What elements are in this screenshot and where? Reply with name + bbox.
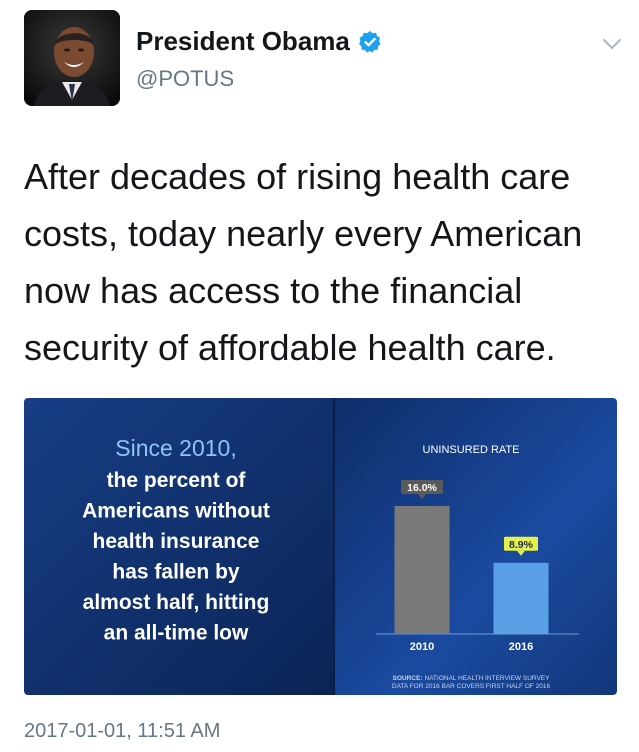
chart-title: UNINSURED RATE xyxy=(423,444,520,456)
headline-line: has fallen by xyxy=(112,561,240,584)
verified-badge-icon xyxy=(358,30,381,53)
avatar-photo xyxy=(24,10,120,106)
headline-since: Since 2010, xyxy=(115,435,236,461)
display-name[interactable]: President Obama xyxy=(136,26,350,57)
chart-bar-2016 xyxy=(493,562,549,634)
source-note: DATA FOR 2016 BAR COVERS FIRST HALF OF 2… xyxy=(392,683,551,690)
chevron-down-icon[interactable] xyxy=(600,32,624,56)
user-handle[interactable]: @POTUS xyxy=(136,66,234,92)
infographic: Since 2010, the percent of Americans with… xyxy=(24,398,617,695)
tweet-media-image[interactable]: Since 2010, the percent of Americans with… xyxy=(24,398,617,695)
headline-line: almost half, hitting xyxy=(83,591,270,614)
headline-line: an all-time low xyxy=(104,622,249,645)
headline-line: the percent of xyxy=(107,469,247,492)
tweet-text: After decades of rising health care cost… xyxy=(24,156,583,368)
tweet-header: President Obama @POTUS xyxy=(24,10,624,106)
headline-line: health insurance xyxy=(93,530,260,553)
value-label: 8.9% xyxy=(509,539,534,551)
avatar[interactable] xyxy=(24,10,120,106)
name-row: President Obama xyxy=(136,26,382,57)
source-label: SOURCE: xyxy=(393,675,423,682)
chart-bar-2010 xyxy=(394,506,450,634)
headline-line: Americans without xyxy=(82,500,270,523)
source-text: NATIONAL HEALTH INTERVIEW SURVEY xyxy=(425,675,551,682)
source-line: SOURCE: NATIONAL HEALTH INTERVIEW SURVEY xyxy=(393,675,551,682)
tweet-timestamp[interactable]: 2017-01-01, 11:51 AM xyxy=(24,720,220,743)
value-label: 16.0% xyxy=(407,482,437,494)
category-label: 2016 xyxy=(509,641,533,653)
category-label: 2010 xyxy=(410,641,434,653)
right-panel xyxy=(334,398,617,695)
